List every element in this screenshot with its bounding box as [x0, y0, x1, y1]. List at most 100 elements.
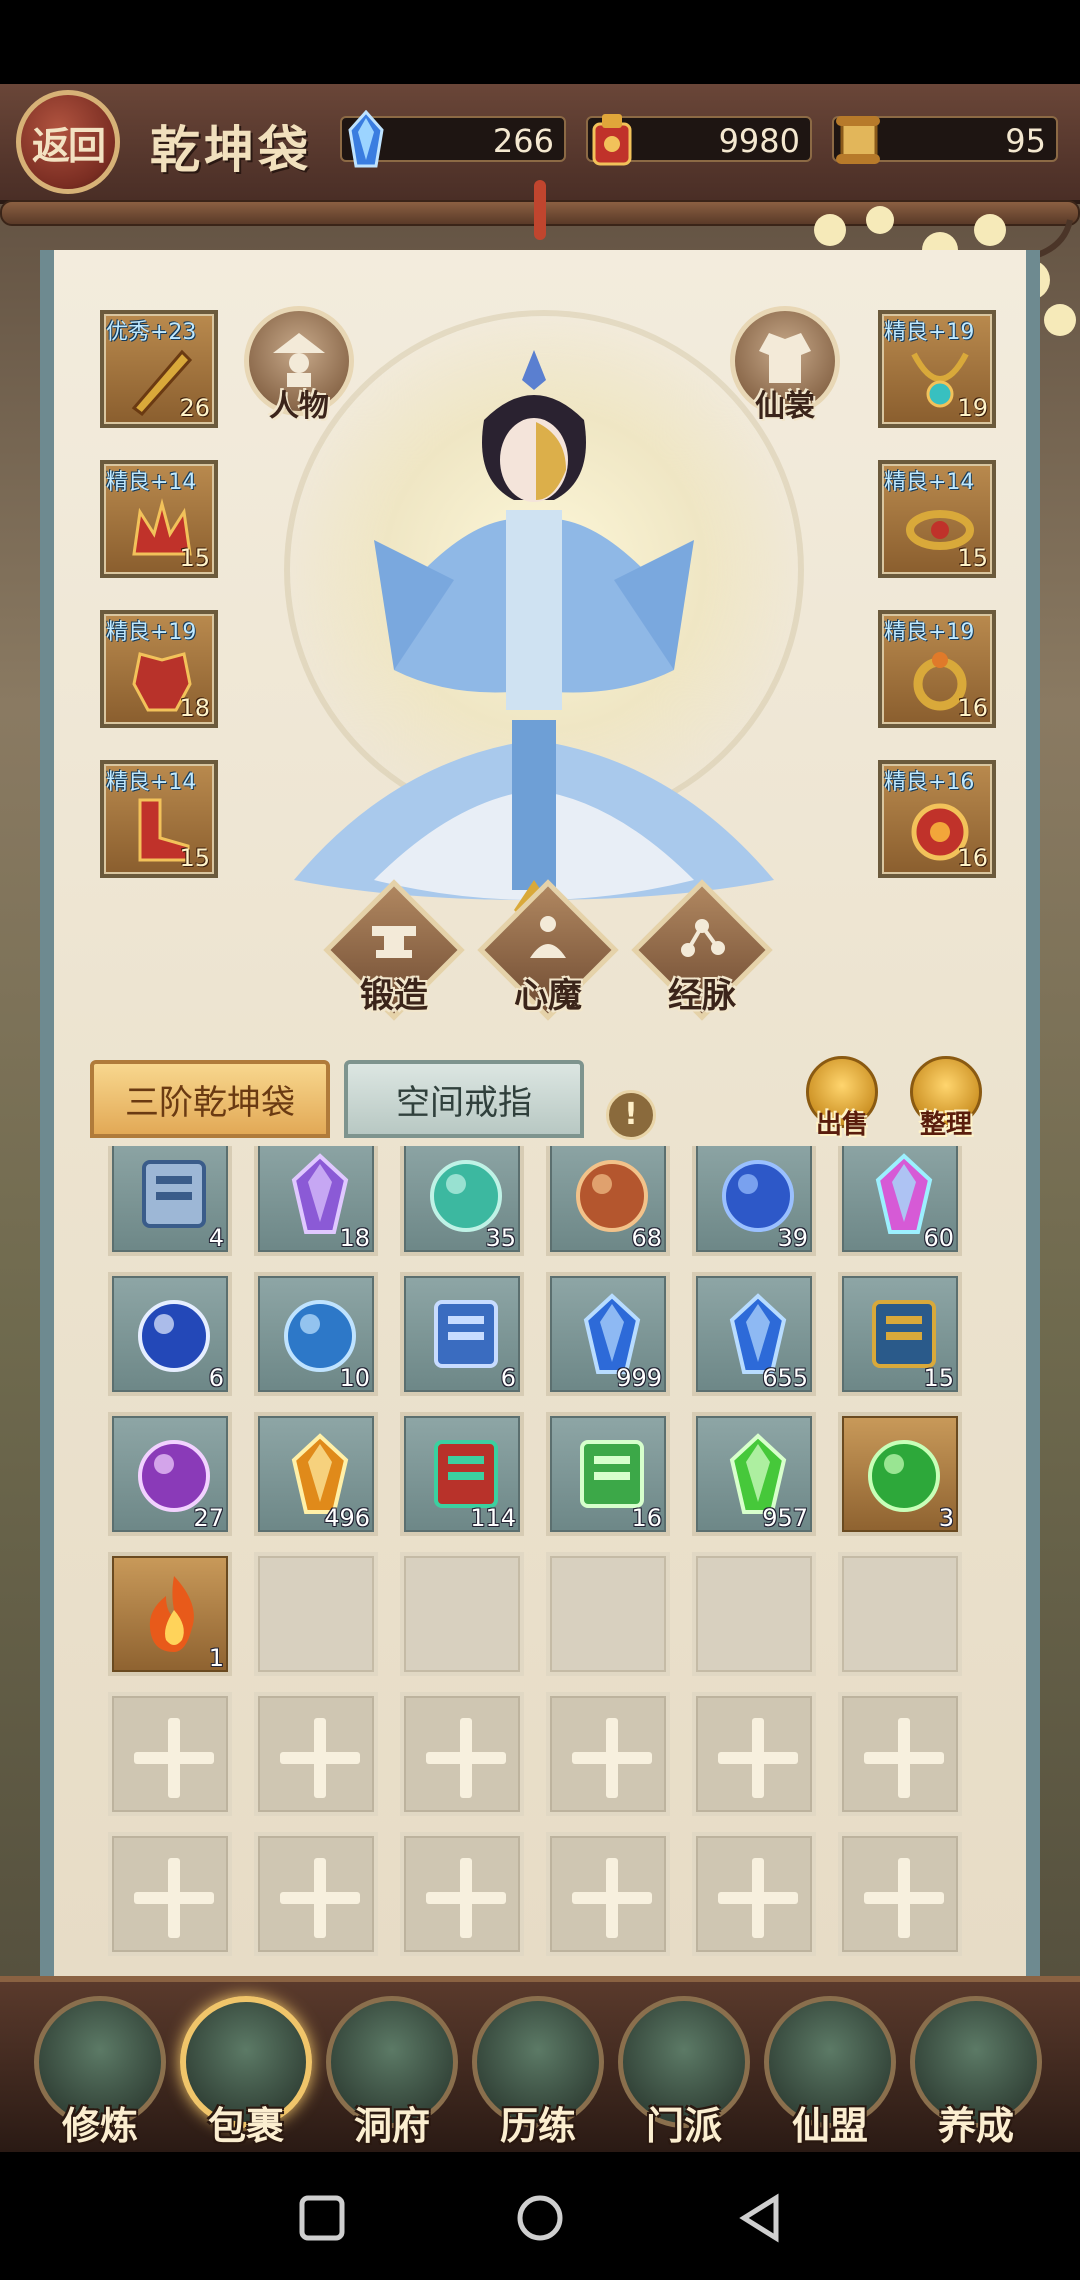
- bag-slot-locked[interactable]: [692, 1692, 816, 1816]
- nav-item-2[interactable]: 洞府: [326, 1996, 458, 2148]
- nav-item-0[interactable]: 修炼: [34, 1996, 166, 2148]
- nav-label: 门派: [645, 2103, 722, 2148]
- equip-level: 15: [179, 544, 210, 572]
- bag-slot-item[interactable]: 60: [838, 1146, 962, 1256]
- equip-badge: 精良+16: [884, 770, 975, 795]
- resource-pouch[interactable]: 9980: [586, 114, 812, 166]
- plus-icon: [898, 1858, 910, 1938]
- bag-slot-item[interactable]: 10: [254, 1272, 378, 1396]
- item-quantity: 35: [485, 1224, 516, 1252]
- bag-slot-item[interactable]: 6: [108, 1272, 232, 1396]
- bag-slot-locked[interactable]: [400, 1832, 524, 1956]
- equip-slot-boots[interactable]: 精良+14 15: [100, 760, 218, 878]
- home-icon[interactable]: [514, 2192, 566, 2244]
- yin-yang-orb-icon: [138, 1300, 210, 1372]
- bag-slot-item[interactable]: 6: [400, 1272, 524, 1396]
- tab-space-ring[interactable]: 空间戒指: [344, 1060, 584, 1138]
- heart-demon-button[interactable]: 心魔: [477, 879, 619, 1021]
- plus-icon: [606, 1858, 618, 1938]
- nav-item-5[interactable]: 仙盟: [764, 1996, 896, 2148]
- plus-icon: [314, 1858, 326, 1938]
- item-quantity: 68: [631, 1224, 662, 1252]
- bag-slot-item[interactable]: 3: [838, 1412, 962, 1536]
- equip-slot-necklace[interactable]: 精良+19 19: [878, 310, 996, 428]
- nav-label: 养成: [937, 2103, 1014, 2148]
- tab-qiankun-bag[interactable]: 三阶乾坤袋: [90, 1060, 330, 1138]
- bag-slot-locked[interactable]: [838, 1692, 962, 1816]
- bag-slot-locked[interactable]: [254, 1692, 378, 1816]
- bag-slot-locked[interactable]: [254, 1832, 378, 1956]
- bag-slot-item[interactable]: 18: [254, 1146, 378, 1256]
- bag-slot-item[interactable]: 496: [254, 1412, 378, 1536]
- plus-icon: [460, 1718, 472, 1798]
- bag-slot-item[interactable]: 15: [838, 1272, 962, 1396]
- plus-icon: [752, 1718, 764, 1798]
- sort-button[interactable]: 整理: [910, 1056, 982, 1140]
- nav-item-4[interactable]: 门派: [618, 1996, 750, 2148]
- bag-slot-item[interactable]: 27: [108, 1412, 232, 1536]
- nav-item-6[interactable]: 养成: [910, 1996, 1042, 2148]
- bag-slot-item[interactable]: 999: [546, 1272, 670, 1396]
- info-icon[interactable]: !: [606, 1090, 656, 1140]
- bag-slot-item[interactable]: 35: [400, 1146, 524, 1256]
- bag-slot-item[interactable]: 4: [108, 1146, 232, 1256]
- bag-grid[interactable]: 4 18 35 68 39 60 6 10 6 999 655 15 27 496 114 16 957 3 1: [108, 1146, 972, 1976]
- nav-item-1[interactable]: 包裹: [180, 1996, 312, 2148]
- character-figure[interactable]: [254, 340, 814, 940]
- plus-icon: [606, 1718, 618, 1798]
- bag-slot-empty[interactable]: [838, 1552, 962, 1676]
- bag-slot-locked[interactable]: [546, 1832, 670, 1956]
- bag-slot-locked[interactable]: [108, 1832, 232, 1956]
- equip-level: 18: [179, 694, 210, 722]
- bag-slot-locked[interactable]: [692, 1832, 816, 1956]
- equip-slot-amulet[interactable]: 精良+16 16: [878, 760, 996, 878]
- nav-label: 历练: [499, 2103, 576, 2148]
- blue-scroll-icon: [434, 1300, 498, 1368]
- resource-scroll[interactable]: 95: [832, 116, 1058, 164]
- meridian-button[interactable]: 经脉: [631, 879, 773, 1021]
- bag-slot-empty[interactable]: [254, 1552, 378, 1676]
- bag-slot-item[interactable]: 39: [692, 1146, 816, 1256]
- sell-button[interactable]: 出售: [806, 1056, 878, 1140]
- bag-slot-locked[interactable]: [400, 1692, 524, 1816]
- system-nav-bar: [0, 2152, 1080, 2280]
- recent-apps-icon[interactable]: [296, 2192, 348, 2244]
- back-nav-icon[interactable]: [736, 2192, 788, 2244]
- forge-label: 锻造: [360, 976, 428, 1016]
- equip-slot-belt[interactable]: 精良+14 15: [878, 460, 996, 578]
- bag-slot-locked[interactable]: [838, 1832, 962, 1956]
- nav-item-3[interactable]: 历练: [472, 1996, 604, 2148]
- hat-figure-icon: [273, 333, 325, 387]
- item-quantity: 4: [208, 1224, 224, 1252]
- bag-slot-locked[interactable]: [108, 1692, 232, 1816]
- item-quantity: 655: [762, 1364, 808, 1392]
- bag-slot-locked[interactable]: [546, 1692, 670, 1816]
- bag-slot-item[interactable]: 1: [108, 1552, 232, 1676]
- bag-slot-empty[interactable]: [400, 1552, 524, 1676]
- equip-badge: 精良+19: [106, 620, 197, 645]
- equip-slot-weapon[interactable]: 优秀+23 26: [100, 310, 218, 428]
- plus-icon: [314, 1718, 326, 1798]
- resource-pouch-value: 9980: [718, 122, 800, 160]
- bag-slot-item[interactable]: 957: [692, 1412, 816, 1536]
- robe-icon: [759, 333, 811, 383]
- nav-label: 包裹: [207, 2103, 284, 2148]
- equip-slot-armor[interactable]: 精良+19 18: [100, 610, 218, 728]
- bag-slot-item[interactable]: 16: [546, 1412, 670, 1536]
- bag-slot-item[interactable]: 68: [546, 1146, 670, 1256]
- character-info-button[interactable]: 人物: [244, 306, 354, 424]
- equip-slot-ring[interactable]: 精良+19 16: [878, 610, 996, 728]
- plus-icon: [752, 1858, 764, 1938]
- bag-slot-empty[interactable]: [546, 1552, 670, 1676]
- bag-slot-empty[interactable]: [692, 1552, 816, 1676]
- resource-crystal[interactable]: 266: [340, 110, 566, 168]
- bag-slot-item[interactable]: 655: [692, 1272, 816, 1396]
- costume-button[interactable]: 仙裳: [730, 306, 840, 424]
- equip-slot-helmet[interactable]: 精良+14 15: [100, 460, 218, 578]
- item-quantity: 496: [324, 1504, 370, 1532]
- plus-icon: [460, 1858, 472, 1938]
- bag-slot-item[interactable]: 114: [400, 1412, 524, 1536]
- forge-button[interactable]: 锻造: [323, 879, 465, 1021]
- equip-badge: 优秀+23: [106, 320, 197, 345]
- back-button[interactable]: 返回: [16, 90, 120, 194]
